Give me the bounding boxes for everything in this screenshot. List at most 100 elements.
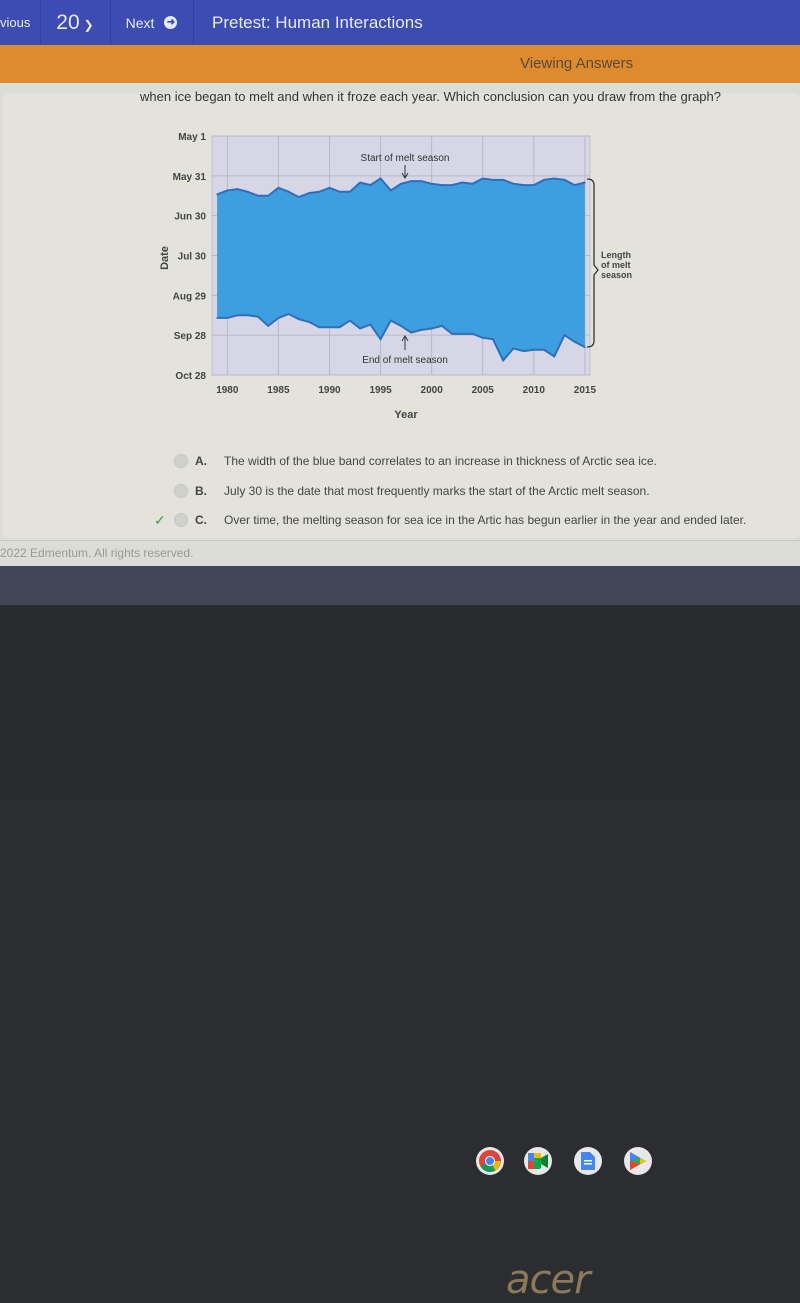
- end-data-point: [277, 317, 280, 319]
- start-data-point: [543, 179, 545, 181]
- end-data-point: [400, 325, 402, 327]
- start-data-point: [522, 184, 525, 186]
- option-text: The width of the blue band correlates to…: [224, 454, 657, 468]
- start-data-point: [533, 184, 535, 186]
- start-data-point: [441, 184, 443, 186]
- end-data-point: [359, 327, 361, 330]
- end-data-point: [369, 323, 372, 326]
- end-data-point: [226, 317, 229, 319]
- start-data-point: [563, 179, 566, 181]
- x-tick-label: 1985: [267, 385, 290, 396]
- end-data-point: [257, 315, 259, 318]
- page-title: Pretest: Human Interactions: [212, 12, 423, 32]
- end-data-point: [379, 338, 382, 340]
- end-data-point: [584, 346, 586, 348]
- start-data-point: [267, 194, 269, 197]
- end-data-point: [573, 341, 576, 343]
- radio-c[interactable]: [174, 513, 188, 527]
- start-data-point: [553, 177, 556, 180]
- end-data-point: [543, 348, 545, 351]
- radio-a[interactable]: [174, 454, 188, 468]
- end-data-point: [512, 347, 515, 350]
- next-button[interactable]: Next ➜: [110, 0, 194, 45]
- x-tick-label: 1990: [318, 385, 341, 396]
- chart-svg: May 1 May 31 Jun 30 Jul 30 Aug 29 Sep 28 Oct 2…: [159, 132, 632, 421]
- os-shelf: [0, 566, 800, 1175]
- start-data-point: [461, 181, 464, 184]
- x-axis-label: Year: [394, 409, 418, 421]
- y-tick-label: Aug 29: [173, 291, 207, 302]
- checkmark-icon: ✓: [154, 511, 166, 528]
- start-data-point: [389, 189, 392, 192]
- start-data-point: [257, 194, 259, 197]
- meet-icon[interactable]: [524, 1147, 552, 1175]
- start-data-point: [216, 193, 218, 196]
- end-data-point: [410, 331, 413, 334]
- chrome-icon[interactable]: [476, 1147, 504, 1175]
- end-data-point: [522, 350, 525, 352]
- viewing-answers-label: Viewing Answers: [520, 55, 634, 72]
- end-data-point: [471, 333, 474, 335]
- end-data-point: [267, 325, 269, 327]
- y-tick-label: May 31: [173, 172, 207, 183]
- start-data-point: [226, 189, 229, 192]
- start-data-point: [512, 183, 515, 185]
- start-data-point: [277, 186, 280, 189]
- end-data-point: [563, 334, 566, 336]
- end-data-point: [349, 319, 351, 322]
- radio-b[interactable]: [174, 484, 188, 498]
- option-letter: B.: [195, 484, 207, 498]
- start-data-point: [349, 190, 351, 193]
- start-data-point: [502, 179, 504, 181]
- melt-season-chart: May 1 May 31 Jun 30 Jul 30 Aug 29 Sep 28 Oct 2…: [150, 125, 670, 425]
- start-data-point: [369, 184, 372, 186]
- end-data-point: [298, 318, 300, 321]
- start-data-point: [318, 190, 321, 193]
- x-tick-label: 2000: [421, 385, 444, 396]
- previous-button[interactable]: vious: [0, 0, 41, 45]
- end-data-point: [492, 338, 494, 340]
- next-label: Next: [125, 14, 155, 31]
- option-letter: A.: [195, 454, 207, 468]
- y-tick-label: Sep 28: [174, 331, 207, 342]
- end-data-point: [430, 327, 433, 330]
- x-tick-label: 2015: [574, 385, 597, 396]
- play-store-icon[interactable]: [624, 1147, 652, 1175]
- length-annotation: of melt: [601, 260, 631, 270]
- x-tick-label: 2005: [472, 385, 495, 396]
- end-annotation: End of melt season: [362, 355, 448, 366]
- end-data-point: [216, 317, 218, 319]
- start-data-point: [584, 181, 586, 184]
- end-data-point: [461, 333, 464, 335]
- screen: vious 20 ❯ Next ➜ Pretest: Human Interacti…: [0, 0, 800, 1175]
- end-data-point: [328, 326, 331, 328]
- y-axis-label: Date: [159, 246, 171, 270]
- end-data-point: [308, 321, 310, 323]
- previous-label: vious: [0, 15, 31, 30]
- start-data-point: [471, 183, 474, 185]
- end-data-point: [420, 329, 423, 331]
- question-number: 20: [56, 10, 80, 34]
- start-data-point: [298, 196, 300, 198]
- x-tick-label: 2010: [523, 385, 546, 396]
- start-data-point: [359, 181, 361, 184]
- start-data-point: [328, 186, 331, 189]
- start-data-point: [236, 188, 239, 190]
- docs-icon[interactable]: [574, 1147, 602, 1175]
- question-number-dropdown[interactable]: 20 ❯: [40, 0, 111, 45]
- brand-logo: acer: [506, 1257, 591, 1303]
- start-data-point: [400, 183, 402, 185]
- arrow-right-circle-icon: ➜: [164, 16, 178, 29]
- y-tick-label: May 1: [178, 132, 206, 143]
- option-letter: C.: [195, 513, 207, 527]
- y-tick-label: Jun 30: [174, 212, 206, 223]
- end-data-point: [338, 326, 341, 328]
- y-tick-label: Oct 28: [175, 371, 206, 382]
- laptop-bezel: acer: [0, 605, 800, 1303]
- start-data-point: [420, 180, 423, 182]
- end-data-point: [441, 325, 443, 327]
- start-data-point: [308, 192, 310, 194]
- length-annotation: season: [601, 270, 632, 280]
- y-tick-label: Jul 30: [178, 252, 207, 263]
- start-data-point: [430, 183, 433, 185]
